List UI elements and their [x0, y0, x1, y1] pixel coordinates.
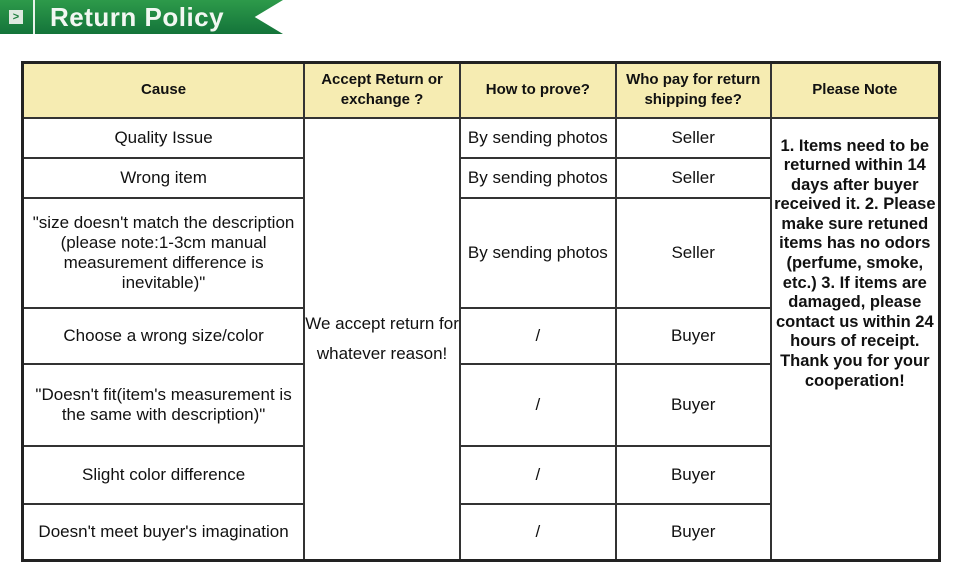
table-row: Quality Issue We accept return for whate…	[21, 116, 941, 562]
payer-cell: Seller	[614, 116, 772, 159]
arrow-right-icon: >	[9, 10, 23, 24]
prove-cell: By sending photos	[458, 156, 617, 199]
prove-cell: By sending photos	[458, 196, 617, 309]
prove-cell: /	[458, 502, 617, 562]
prove-cell: By sending photos	[458, 116, 617, 159]
cause-cell: Slight color difference	[21, 444, 306, 505]
cause-cell: Choose a wrong size/color	[21, 306, 306, 365]
header-row: Cause Accept Return or exchange ? How to…	[21, 61, 941, 119]
payer-cell: Seller	[614, 156, 772, 199]
divider	[33, 0, 35, 34]
cause-cell: "size doesn't match the description (ple…	[21, 196, 306, 309]
return-policy-banner: > Return Policy	[0, 0, 283, 34]
cause-cell: Doesn't meet buyer's imagination	[21, 502, 306, 562]
return-policy-table: Cause Accept Return or exchange ? How to…	[21, 61, 941, 562]
payer-cell: Buyer	[614, 502, 772, 562]
payer-cell: Buyer	[614, 444, 772, 505]
accept-cell: We accept return for whatever reason!	[303, 116, 461, 562]
note-cell: 1. Items need to be returned within 14 d…	[769, 116, 941, 562]
payer-cell: Buyer	[614, 362, 772, 447]
payer-cell: Seller	[614, 196, 772, 309]
header-prove: How to prove?	[458, 61, 617, 119]
prove-cell: /	[458, 306, 617, 365]
header-accept: Accept Return or exchange ?	[303, 61, 461, 119]
page-title: Return Policy	[50, 2, 225, 32]
prove-cell: /	[458, 444, 617, 505]
payer-cell: Buyer	[614, 306, 772, 365]
cause-cell: Wrong item	[21, 156, 306, 199]
cause-cell: "Doesn't fit(item's measurement is the s…	[21, 362, 306, 447]
header-payer: Who pay for return shipping fee?	[614, 61, 772, 119]
prove-cell: /	[458, 362, 617, 447]
header-cause: Cause	[21, 61, 306, 119]
cause-cell: Quality Issue	[21, 116, 306, 159]
header-note: Please Note	[769, 61, 941, 119]
